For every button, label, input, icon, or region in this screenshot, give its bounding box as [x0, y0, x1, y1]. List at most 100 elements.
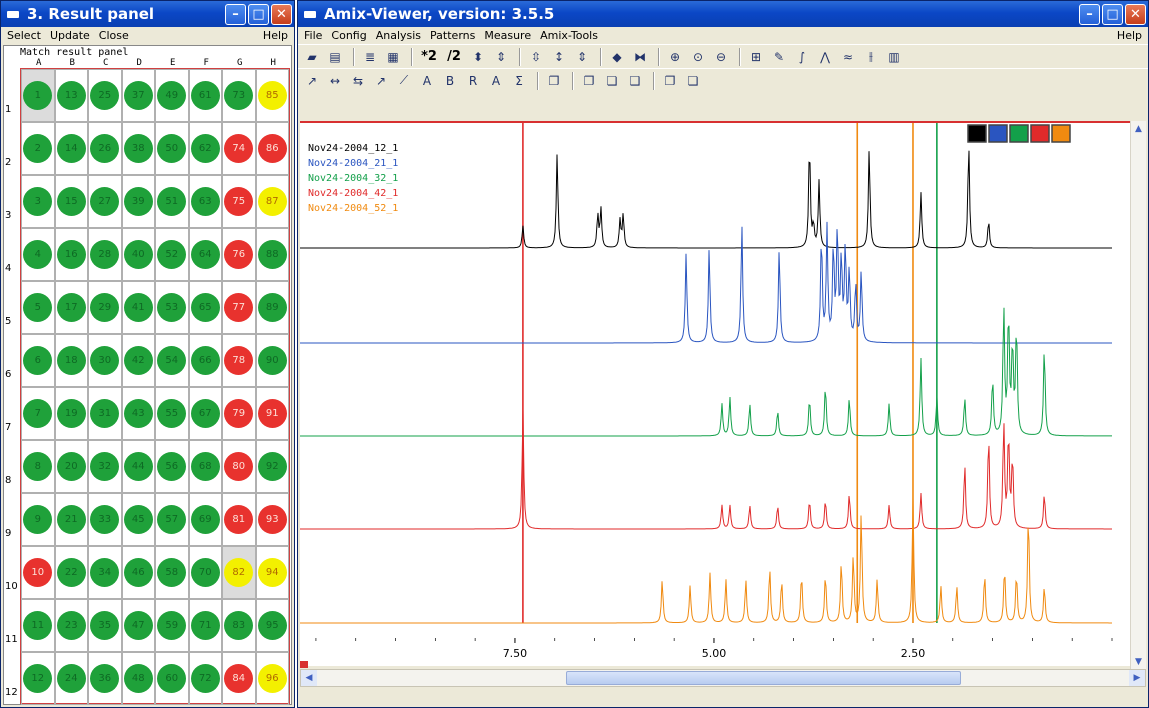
zoom-out-icon[interactable]: ⊖ — [711, 47, 731, 67]
result-cell[interactable]: 94 — [255, 546, 290, 599]
result-cell[interactable]: 83 — [222, 599, 256, 652]
result-cell[interactable]: 9 — [21, 493, 55, 546]
window-icon[interactable]: ❐ — [544, 71, 564, 91]
match-status-dot[interactable]: 53 — [157, 293, 187, 322]
match-status-dot[interactable]: 25 — [90, 81, 120, 110]
match-status-dot[interactable]: 19 — [56, 399, 86, 428]
color-swatch[interactable] — [988, 124, 1008, 143]
result-cell[interactable]: 69 — [188, 493, 223, 546]
result-cell[interactable]: 44 — [121, 440, 156, 493]
vertical-expand-icon[interactable]: ⇕ — [572, 47, 592, 67]
match-status-dot[interactable]: 43 — [123, 399, 153, 428]
match-status-dot[interactable]: 60 — [157, 664, 187, 693]
match-status-dot[interactable]: 90 — [257, 346, 287, 375]
molecule-r-icon[interactable]: R — [463, 71, 483, 91]
match-status-dot[interactable]: 77 — [224, 293, 254, 322]
result-cell[interactable]: 81 — [222, 493, 256, 546]
result-cell[interactable]: 56 — [155, 440, 189, 493]
split-icon[interactable]: ⫲ — [861, 47, 881, 67]
result-cell[interactable]: 86 — [255, 122, 290, 175]
result-cell[interactable]: 85 — [255, 69, 290, 122]
result-cell[interactable]: 41 — [121, 281, 156, 334]
result-cell[interactable]: 31 — [88, 387, 122, 440]
color-swatch[interactable] — [1030, 124, 1050, 143]
match-status-dot[interactable]: 44 — [123, 452, 153, 481]
result-cell[interactable]: 6 — [21, 334, 55, 387]
match-status-dot[interactable]: 56 — [157, 452, 187, 481]
match-status-dot[interactable]: 36 — [90, 664, 120, 693]
horizontal-scrollbar[interactable]: ◀ ▶ — [300, 669, 1146, 687]
result-cell[interactable]: 62 — [188, 122, 223, 175]
scroll-left-icon[interactable]: ◀ — [301, 670, 317, 686]
result-cell[interactable]: 18 — [54, 334, 89, 387]
match-status-dot[interactable]: 12 — [23, 664, 53, 693]
result-cell[interactable]: 46 — [121, 546, 156, 599]
close-icon[interactable]: ✕ — [1125, 3, 1146, 25]
match-status-dot[interactable]: 9 — [23, 505, 53, 534]
result-cell[interactable]: 77 — [222, 281, 256, 334]
match-status-dot[interactable]: 11 — [23, 611, 53, 640]
match-status-dot[interactable]: 93 — [257, 505, 287, 534]
result-cell[interactable]: 24 — [54, 652, 89, 705]
result-cell[interactable]: 93 — [255, 493, 290, 546]
result-cell[interactable]: 45 — [121, 493, 156, 546]
match-status-dot[interactable]: 33 — [90, 505, 120, 534]
match-status-dot[interactable]: 20 — [56, 452, 86, 481]
result-cell[interactable]: 48 — [121, 652, 156, 705]
result-cell[interactable]: 3 — [21, 175, 55, 228]
double-arrow-tool-icon[interactable]: ⇆ — [348, 71, 368, 91]
match-status-dot[interactable]: 51 — [157, 187, 187, 216]
zoom-reset-icon[interactable]: ⊙ — [688, 47, 708, 67]
result-cell[interactable]: 29 — [88, 281, 122, 334]
match-status-dot[interactable]: 4 — [23, 240, 53, 269]
match-status-dot[interactable]: 64 — [190, 240, 220, 269]
zoom-region-icon[interactable]: ⊞ — [746, 47, 766, 67]
result-cell[interactable]: 50 — [155, 122, 189, 175]
amix-viewer-titlebar[interactable]: Amix-Viewer, version: 3.5.5 – □ ✕ — [298, 1, 1148, 27]
region-marker[interactable] — [300, 661, 308, 668]
multiplet-icon[interactable]: ⋀ — [815, 47, 835, 67]
result-cell[interactable]: 68 — [188, 440, 223, 493]
match-status-dot[interactable]: 16 — [56, 240, 86, 269]
result-cell[interactable]: 11 — [21, 599, 55, 652]
result-cell[interactable]: 36 — [88, 652, 122, 705]
match-status-dot[interactable]: 3 — [23, 187, 53, 216]
spectrum-chart[interactable]: Nov24-2004_12_1 Nov24-2004_21_1 Nov24-2004… — [300, 123, 1130, 668]
result-cell[interactable]: 8 — [21, 440, 55, 493]
match-status-dot[interactable]: 71 — [190, 611, 220, 640]
match-status-dot[interactable]: 73 — [224, 81, 254, 110]
result-cell[interactable]: 21 — [54, 493, 89, 546]
menu-patterns[interactable]: Patterns — [430, 29, 475, 42]
result-cell[interactable]: 19 — [54, 387, 89, 440]
match-status-dot[interactable]: 85 — [257, 81, 287, 110]
menu-close[interactable]: Close — [99, 29, 129, 42]
result-cell[interactable]: 10 — [21, 546, 55, 599]
match-status-dot[interactable]: 5 — [23, 293, 53, 322]
distance-tool-icon[interactable]: ↔ — [325, 71, 345, 91]
result-cell[interactable]: 40 — [121, 228, 156, 281]
result-cell[interactable]: 95 — [255, 599, 290, 652]
stack-spectra-icon[interactable]: ≣ — [360, 47, 380, 67]
scroll-right-icon[interactable]: ▶ — [1129, 670, 1145, 686]
arrange-icon[interactable]: ❑ — [625, 71, 645, 91]
result-cell[interactable]: 71 — [188, 599, 223, 652]
result-cell[interactable]: 57 — [155, 493, 189, 546]
window-menu-icon[interactable] — [304, 10, 316, 18]
cursor-tool-icon[interactable]: ↗ — [302, 71, 322, 91]
result-cell[interactable]: 49 — [155, 69, 189, 122]
result-cell[interactable]: 91 — [255, 387, 290, 440]
match-status-dot[interactable]: 57 — [157, 505, 187, 534]
maximize-icon[interactable]: □ — [1102, 3, 1123, 25]
match-status-dot[interactable]: 79 — [224, 399, 254, 428]
result-cell[interactable]: 67 — [188, 387, 223, 440]
match-status-dot[interactable]: 35 — [90, 611, 120, 640]
result-cell[interactable]: 7 — [21, 387, 55, 440]
print-icon[interactable]: ▤ — [325, 47, 345, 67]
match-status-dot[interactable]: 86 — [257, 134, 287, 163]
result-cell[interactable]: 65 — [188, 281, 223, 334]
menu-update[interactable]: Update — [50, 29, 90, 42]
match-status-dot[interactable]: 72 — [190, 664, 220, 693]
match-status-dot[interactable]: 27 — [90, 187, 120, 216]
match-status-dot[interactable]: 30 — [90, 346, 120, 375]
result-cell[interactable]: 63 — [188, 175, 223, 228]
